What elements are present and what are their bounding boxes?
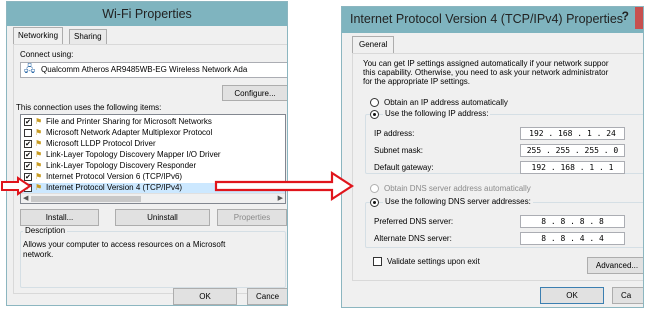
- window-title: Wi-Fi Properties: [102, 7, 192, 21]
- checkbox[interactable]: [24, 129, 32, 137]
- network-component-icon: ⚑: [35, 161, 43, 170]
- description-group: Description Allows your computer to acce…: [20, 226, 286, 288]
- ipv4-properties-window: Internet Protocol Version 4 (TCP/IPv4) P…: [341, 6, 644, 308]
- scrollbar-thumb[interactable]: [31, 196, 141, 202]
- adapter-name: Qualcomm Atheros AR9485WB-EG Wireless Ne…: [41, 65, 248, 74]
- install-button[interactable]: Install...: [20, 209, 99, 226]
- default-gateway-input[interactable]: 192 . 168 . 1 . 1: [520, 161, 625, 174]
- description-text: Allows your computer to access resources…: [23, 240, 226, 249]
- checkbox[interactable]: ✔: [24, 140, 32, 148]
- list-item[interactable]: ✔ ⚑ Microsoft LLDP Protocol Driver: [21, 139, 285, 149]
- obtain-dns-auto-radio[interactable]: [370, 184, 379, 193]
- preferred-dns-label: Preferred DNS server:: [374, 217, 454, 226]
- cancel-button[interactable]: Ca: [612, 287, 643, 304]
- checkbox[interactable]: ✔: [24, 118, 32, 126]
- intro-text: You can get IP settings assigned automat…: [363, 59, 609, 68]
- cancel-button[interactable]: Cance: [247, 288, 287, 305]
- tab-sharing[interactable]: Sharing: [69, 29, 107, 44]
- ipv4-properties-titlebar[interactable]: Internet Protocol Version 4 (TCP/IPv4) P…: [342, 7, 643, 33]
- close-button[interactable]: [635, 7, 643, 29]
- red-annotation-arrow: [1, 176, 32, 196]
- list-item-label: Internet Protocol Version 4 (TCP/IPv4): [46, 183, 183, 192]
- obtain-ip-auto-radio[interactable]: [370, 98, 379, 107]
- description-label: Description: [23, 226, 68, 235]
- ip-address-label: IP address:: [374, 129, 415, 138]
- obtain-ip-auto-label[interactable]: Obtain an IP address automatically: [384, 98, 508, 107]
- ok-button[interactable]: OK: [540, 287, 604, 304]
- preferred-dns-input[interactable]: 8 . 8 . 8 . 8: [520, 215, 625, 228]
- description-text: network.: [23, 250, 54, 259]
- list-item-label: Microsoft Network Adapter Multiplexor Pr…: [46, 128, 213, 137]
- network-component-icon: ⚑: [35, 172, 43, 181]
- default-gateway-label: Default gateway:: [374, 163, 434, 172]
- network-component-icon: ⚑: [35, 128, 43, 137]
- network-component-icon: ⚑: [35, 183, 43, 192]
- use-following-dns-label[interactable]: Use the following DNS server addresses:: [383, 197, 533, 206]
- tab-row: General: [342, 36, 643, 53]
- properties-button[interactable]: Properties: [217, 209, 287, 226]
- window-title: Internet Protocol Version 4 (TCP/IPv4) P…: [350, 12, 624, 26]
- dns-server-group: Use the following DNS server addresses: …: [365, 197, 643, 248]
- alternate-dns-label: Alternate DNS server:: [374, 234, 452, 243]
- validate-checkbox[interactable]: [373, 257, 382, 266]
- adapter-field: 🖧 Qualcomm Atheros AR9485WB-EG Wireless …: [20, 62, 287, 78]
- list-item-label: Link-Layer Topology Discovery Mapper I/O…: [46, 150, 221, 159]
- subnet-mask-label: Subnet mask:: [374, 146, 423, 155]
- networking-panel: Connect using: 🖧 Qualcomm Atheros AR9485…: [13, 44, 287, 294]
- tab-row: Networking Sharing: [7, 27, 287, 44]
- wifi-properties-titlebar[interactable]: Wi-Fi Properties: [7, 2, 287, 26]
- list-item[interactable]: ✔ ⚑ File and Printer Sharing for Microso…: [21, 117, 285, 127]
- checkbox[interactable]: ✔: [24, 151, 32, 159]
- alternate-dns-input[interactable]: 8 . 8 . 4 . 4: [520, 232, 625, 245]
- validate-label[interactable]: Validate settings upon exit: [387, 257, 480, 266]
- checkbox[interactable]: ✔: [24, 162, 32, 170]
- uninstall-button[interactable]: Uninstall: [115, 209, 210, 226]
- list-item-label: Link-Layer Topology Discovery Responder: [46, 161, 197, 170]
- tab-networking[interactable]: Networking: [13, 27, 64, 44]
- ip-address-input[interactable]: 192 . 168 . 1 . 24: [520, 127, 625, 140]
- list-item-label: Internet Protocol Version 6 (TCP/IPv6): [46, 172, 183, 181]
- list-item-label: File and Printer Sharing for Microsoft N…: [46, 117, 212, 126]
- list-item[interactable]: ✔ ⚑ Link-Layer Topology Discovery Mapper…: [21, 150, 285, 160]
- ip-address-group: Use the following IP address: IP address…: [365, 109, 643, 174]
- help-icon[interactable]: ?: [622, 9, 629, 23]
- advanced-button[interactable]: Advanced...: [587, 257, 643, 274]
- wifi-properties-window: Wi-Fi Properties Networking Sharing Conn…: [6, 1, 288, 306]
- network-component-icon: ⚑: [35, 150, 43, 159]
- network-adapter-icon: 🖧: [24, 64, 36, 75]
- intro-text: this capability. Otherwise, you need to …: [363, 68, 609, 77]
- red-annotation-arrow: [214, 170, 355, 202]
- list-item[interactable]: ⚑ Microsoft Network Adapter Multiplexor …: [21, 128, 285, 138]
- use-following-ip-radio[interactable]: [370, 110, 379, 119]
- subnet-mask-input[interactable]: 255 . 255 . 255 . 0: [520, 144, 625, 157]
- use-following-ip-label[interactable]: Use the following IP address:: [383, 109, 491, 118]
- ok-button[interactable]: OK: [173, 288, 237, 305]
- network-component-icon: ⚑: [35, 139, 43, 148]
- use-following-dns-radio[interactable]: [370, 198, 379, 207]
- list-item-label: Microsoft LLDP Protocol Driver: [46, 139, 156, 148]
- tab-general[interactable]: General: [352, 36, 395, 53]
- configure-button[interactable]: Configure...: [222, 85, 287, 101]
- intro-text: for the appropriate IP settings.: [363, 77, 471, 86]
- obtain-dns-auto-label[interactable]: Obtain DNS server address automatically: [384, 184, 531, 193]
- network-component-icon: ⚑: [35, 117, 43, 126]
- connect-using-label: Connect using:: [20, 50, 74, 59]
- items-label: This connection uses the following items…: [16, 103, 162, 112]
- general-panel: You can get IP settings assigned automat…: [352, 53, 643, 281]
